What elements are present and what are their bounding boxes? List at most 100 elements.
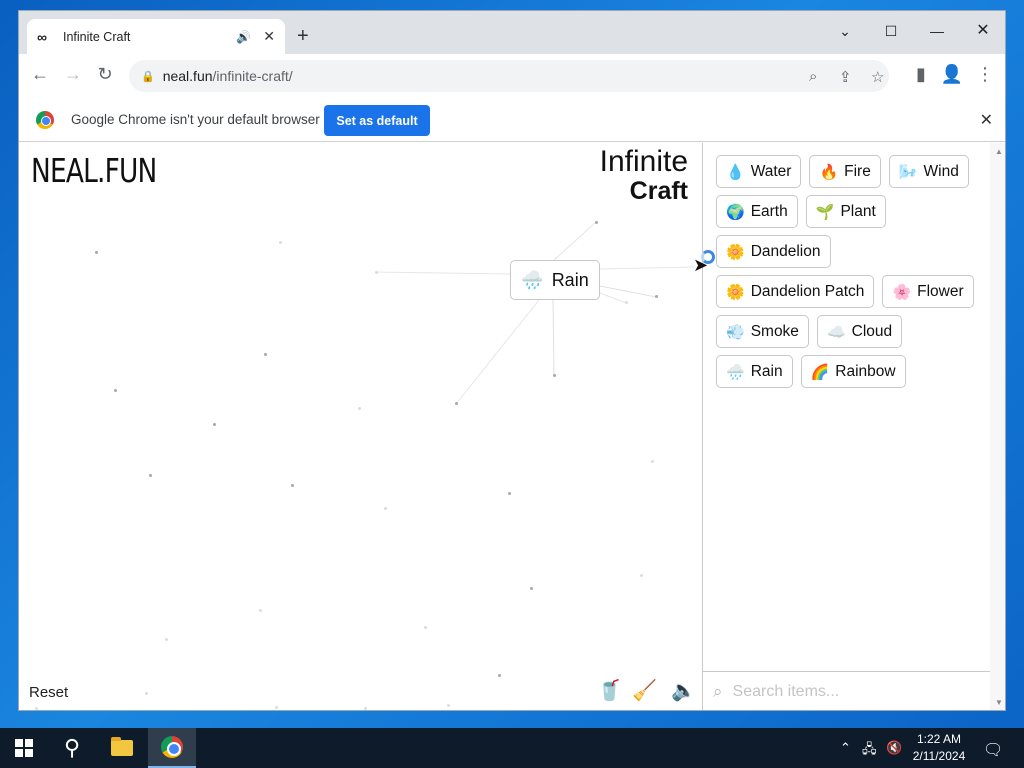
browser-window: ∞ Infinite Craft 🔊 ✕ + ⌄ — ✕ ☐ ← → ↻ 🔒 n… [18,10,1006,711]
scroll-down-arrow-icon[interactable]: ▼ [995,698,1003,707]
set-as-default-button[interactable]: Set as default [324,105,430,136]
particle-dot [259,609,262,612]
infobar-message: Google Chrome isn't your default browser [71,112,320,127]
particle-dot [358,407,361,410]
particle-dot [364,707,367,710]
search-input[interactable] [732,683,933,701]
item-label: Rain [750,362,783,380]
fire-icon: 🔥 [819,163,839,181]
bookmark-star-icon[interactable]: ☆ [871,68,884,86]
coffee-cup-icon[interactable]: 🥤 [597,678,622,703]
item-dandelion-patch[interactable]: 🌼 Dandelion Patch [716,275,875,308]
craft-canvas[interactable]: NEAL.FUN Infinite Craft 🌧️ Rain Reset 🥤 … [19,143,702,710]
rainbow-icon: 🌈 [810,363,830,381]
network-icon[interactable]: 🖧 [862,740,877,762]
item-cloud[interactable]: ☁️ Cloud [816,315,903,348]
new-tab-button[interactable]: + [297,25,309,48]
reset-button[interactable]: Reset [29,684,68,701]
neal-fun-logo[interactable]: NEAL.FUN [31,151,157,190]
dash-smoke-icon: 💨 [726,323,745,341]
item-rain[interactable]: 🌧️ Rain [716,355,793,388]
item-plant[interactable]: 🌱 Plant [805,195,886,228]
particle-dot [165,638,168,641]
reload-icon[interactable]: ↻ [93,64,117,85]
item-label: Fire [844,162,871,180]
tab-strip: ∞ Infinite Craft 🔊 ✕ + ⌄ — ✕ ☐ [19,11,1005,54]
cloud-icon: ☁️ [826,323,846,341]
canvas-item-rain[interactable]: 🌧️ Rain [510,260,600,300]
scroll-up-arrow-icon[interactable]: ▲ [995,147,1003,156]
item-label: Cloud [851,322,893,340]
close-window-button[interactable]: ✕ [960,17,1005,45]
menu-kebab-icon[interactable]: ⋮ [973,64,997,85]
maximize-button[interactable]: ☐ [868,17,914,45]
cherry-blossom-icon: 🌸 [892,283,912,301]
tab-search-icon[interactable]: ⌄ [822,17,868,45]
forward-icon[interactable]: → [61,64,85,85]
item-dandelion[interactable]: 🌼 Dandelion [716,235,831,268]
sidebar-scrollbar[interactable]: ▲ ▼ [990,143,1005,710]
particle-dot [595,221,598,224]
particle-dot [651,460,654,463]
particle-dot [291,484,294,487]
item-label: Water [750,162,792,180]
title-line-1: Infinite [599,145,688,178]
item-label: Smoke [750,322,799,340]
start-button[interactable] [0,728,48,768]
page-content: NEAL.FUN Infinite Craft 🌧️ Rain Reset 🥤 … [19,143,1005,710]
search-taskbar-icon[interactable]: ⚲ [48,728,96,768]
item-water[interactable]: 💧 Water [716,155,802,188]
particle-dot [275,706,278,709]
item-rainbow[interactable]: 🌈 Rainbow [800,355,906,388]
clock-date: 2/11/2024 [912,749,966,763]
infobar-close-icon[interactable]: ✕ [980,110,993,130]
folder-icon [111,737,133,756]
clock-time: 1:22 AM [916,732,962,746]
notification-icon[interactable]: 🗨 [983,740,1003,760]
profile-avatar-icon[interactable]: 👤 [940,64,964,85]
default-browser-infobar: Google Chrome isn't your default browser… [19,98,1005,142]
share-icon[interactable]: ⇪ [839,68,852,86]
zoom-search-icon[interactable]: ⌕ [809,68,817,85]
item-label: Plant [840,202,876,220]
lock-icon: 🔒 [141,70,155,83]
item-earth[interactable]: 🌍 Earth [716,195,798,228]
back-icon[interactable]: ← [28,64,52,85]
item-fire[interactable]: 🔥 Fire [809,155,881,188]
item-label: Earth [750,202,788,220]
url-text: neal.fun/infinite-craft/ [162,68,293,84]
tab-infinite-craft[interactable]: ∞ Infinite Craft 🔊 ✕ [27,19,285,54]
particle-dot [498,674,501,677]
chrome-taskbar-button[interactable] [148,728,196,768]
globe-icon: 🌍 [726,203,745,221]
particle-dot [625,301,628,304]
particle-dot [530,587,533,590]
windows-taskbar: ⚲ ⌃ 🖧 🔇 1:22 AM 2/11/2024 🗨 [0,728,1024,768]
particle-dot [279,241,282,244]
file-explorer-button[interactable] [98,728,146,768]
blossom-icon: 🌼 [726,243,745,261]
particle-dot [640,574,643,577]
particle-dot [264,353,267,356]
speaker-icon[interactable]: 🔊 [236,30,251,44]
item-flower[interactable]: 🌸 Flower [882,275,974,308]
tray-chevron-up-icon[interactable]: ⌃ [840,740,851,756]
side-panel-icon[interactable]: ▮ [909,64,933,85]
title-line-2: Craft [629,177,688,205]
rain-cloud-icon: 🌧️ [521,269,544,290]
tab-close-icon[interactable]: ✕ [263,28,275,45]
item-smoke[interactable]: 💨 Smoke [716,315,809,348]
item-label: Rainbow [835,362,896,380]
particle-dot [114,389,117,392]
sound-icon[interactable]: 🔈 [671,678,696,703]
taskbar-clock[interactable]: 1:22 AM 2/11/2024 [905,731,973,765]
minimize-button[interactable]: — [914,17,960,45]
canvas-item-label: Rain [551,269,589,290]
broom-icon[interactable]: 🧹 [632,678,657,703]
volume-muted-icon[interactable]: 🔇 [886,740,902,756]
particle-dot [95,251,98,254]
address-bar[interactable]: 🔒 neal.fun/infinite-craft/ ⌕ ⇪ ☆ [129,60,889,92]
item-wind[interactable]: 🌬️ Wind [888,155,969,188]
tab-title: Infinite Craft [63,29,131,44]
chrome-logo-icon [36,111,54,129]
